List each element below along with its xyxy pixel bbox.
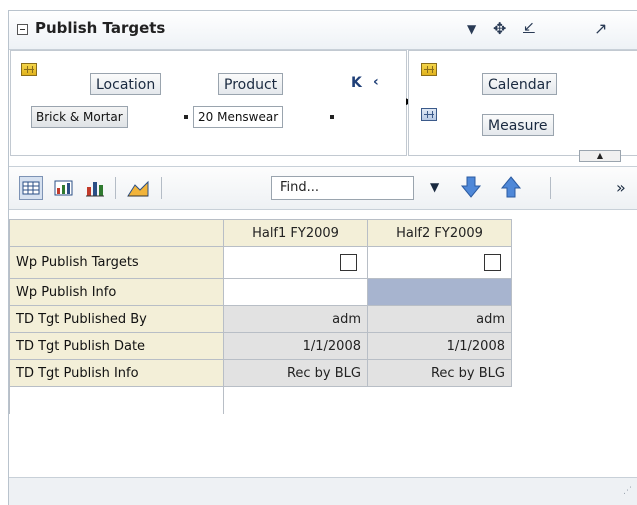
measure-dimension-button[interactable]: Measure [482, 114, 554, 136]
move-icon[interactable]: ✥ [493, 19, 506, 38]
status-bar: ⋰ [9, 477, 637, 505]
table-row: TD Tgt Published By adm adm [9, 305, 512, 333]
first-page-icon[interactable]: K [351, 75, 362, 91]
table-row: Wp Publish Info [9, 278, 512, 306]
publish-target-cell[interactable] [223, 246, 368, 279]
dropdown-icon[interactable]: ▼ [467, 22, 476, 36]
publish-target-cell[interactable] [367, 246, 512, 279]
toolbar-separator [115, 177, 116, 199]
maximize-icon[interactable]: ↗ [594, 19, 607, 38]
data-cell[interactable]: 1/1/2008 [367, 332, 512, 360]
table-row: TD Tgt Publish Date 1/1/2008 1/1/2008 [9, 332, 512, 360]
data-cell[interactable]: adm [367, 305, 512, 333]
calendar-dimension-button[interactable]: Calendar [482, 73, 557, 95]
empty-row [9, 386, 512, 414]
minimize-icon[interactable]: ↙ [523, 19, 535, 35]
find-input[interactable]: Find... [271, 176, 414, 200]
location-selection[interactable]: Brick & Mortar [31, 106, 128, 128]
row-header[interactable]: TD Tgt Publish Date [9, 332, 224, 360]
measure-grid-icon [421, 108, 437, 121]
location-dimension-button[interactable]: Location [90, 73, 162, 95]
corner-cell [9, 219, 224, 247]
table-view-button[interactable] [19, 176, 43, 200]
down-arrow-icon [460, 176, 482, 198]
more-tools-icon[interactable]: » [616, 178, 626, 197]
panel-title: Publish Targets [35, 19, 166, 37]
product-selection-handle-icon[interactable] [330, 115, 334, 119]
toolbar-separator [550, 177, 551, 199]
find-next-button[interactable] [460, 175, 482, 203]
pivot-area: Location Product K ‹ Brick & Mortar 20 M… [9, 50, 637, 164]
collapse-icon[interactable] [17, 24, 28, 35]
toolbar-separator [161, 177, 162, 199]
column-header-row: Half1 FY2009 Half2 FY2009 [9, 219, 512, 247]
column-header-half1[interactable]: Half1 FY2009 [223, 219, 368, 247]
bar-chart-icon [86, 182, 104, 197]
data-cell[interactable]: Rec by BLG [367, 359, 512, 387]
empty-cell [9, 386, 224, 414]
table-chart-view-button[interactable] [54, 179, 74, 197]
area-chart-icon [127, 180, 149, 197]
find-dropdown-icon[interactable]: ▼ [430, 180, 439, 194]
previous-page-icon[interactable]: ‹ [373, 74, 379, 90]
row-header[interactable]: TD Tgt Publish Info [9, 359, 224, 387]
publish-checkbox[interactable] [484, 254, 501, 271]
up-arrow-icon [500, 176, 522, 198]
chart-view-button[interactable] [85, 179, 105, 197]
table-chart-icon [54, 180, 73, 196]
selected-data-cell[interactable] [367, 278, 512, 306]
table-row: Wp Publish Targets [9, 246, 512, 279]
row-dimensions-tile: Location Product K ‹ Brick & Mortar 20 M… [10, 50, 407, 156]
publish-checkbox[interactable] [340, 254, 357, 271]
collapse-pivot-button[interactable]: ▲ [579, 150, 621, 162]
find-previous-button[interactable] [500, 175, 522, 203]
row-header[interactable]: Wp Publish Targets [9, 246, 224, 279]
product-dimension-button[interactable]: Product [218, 73, 284, 95]
publish-targets-panel: Publish Targets ▼ ✥ ↙ ↗ Location Product… [8, 10, 637, 505]
product-selection[interactable]: 20 Menswear [193, 106, 284, 128]
row-grid-icon [21, 63, 37, 76]
table-row: TD Tgt Publish Info Rec by BLG Rec by BL… [9, 359, 512, 387]
data-cell[interactable]: adm [223, 305, 368, 333]
row-header[interactable]: Wp Publish Info [9, 278, 224, 306]
column-header-half2[interactable]: Half2 FY2009 [367, 219, 512, 247]
empty-cell [223, 386, 368, 414]
location-selection-handle-icon[interactable] [184, 115, 188, 119]
empty-cell [368, 387, 512, 414]
data-cell[interactable]: Rec by BLG [223, 359, 368, 387]
table-view-icon [22, 181, 40, 195]
column-dimensions-tile: Calendar Measure [408, 50, 637, 156]
grid-toolbar: Find... ▼ » [9, 166, 637, 210]
row-header[interactable]: TD Tgt Published By [9, 305, 224, 333]
panel-titlebar: Publish Targets ▼ ✥ ↙ ↗ [9, 11, 637, 50]
area-chart-button[interactable] [127, 179, 149, 197]
data-grid: Half1 FY2009 Half2 FY2009 Wp Publish Tar… [9, 219, 512, 414]
resize-grip-icon[interactable]: ⋰ [623, 486, 632, 496]
column-grid-icon [421, 63, 437, 76]
data-cell[interactable]: 1/1/2008 [223, 332, 368, 360]
data-cell[interactable] [223, 278, 368, 306]
